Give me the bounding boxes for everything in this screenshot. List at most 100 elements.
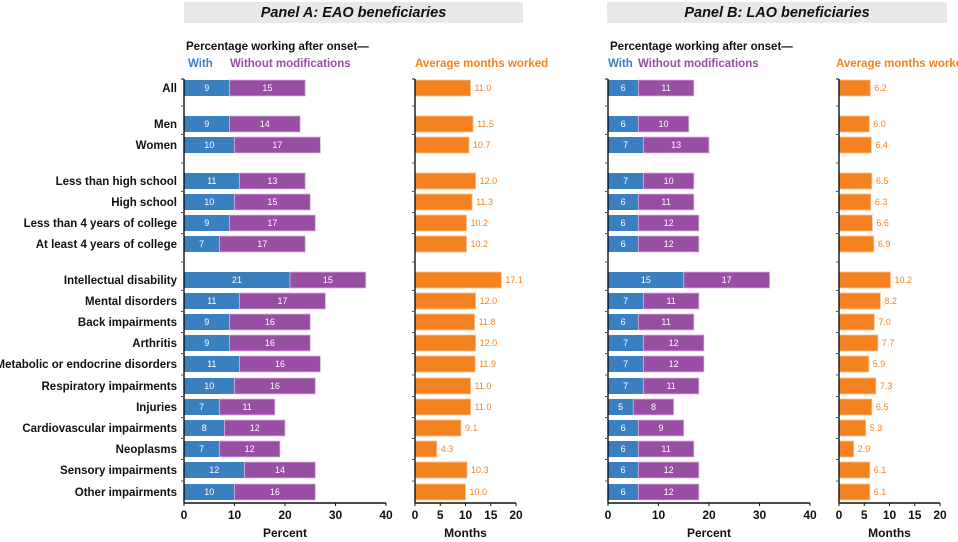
panel-a-title: Panel A: EAO beneficiaries — [261, 5, 447, 21]
panel-a-bar-months-label: 10.0 — [470, 487, 488, 497]
panel-b-bar-months-label: 6.6 — [876, 218, 889, 228]
panel-b-bar-without-label: 12 — [664, 487, 674, 497]
panel-a-bar-months-label: 10.2 — [471, 239, 489, 249]
panel-b-bar-with-label: 6 — [621, 317, 626, 327]
panel-b-bar-without-label: 12 — [664, 465, 674, 475]
panel-a-bar-without-label: 17 — [267, 218, 277, 228]
panel-a-bar-months — [414, 377, 471, 395]
panel-a-bar-months-label: 10.7 — [473, 140, 491, 150]
panel-b-bar-months — [838, 235, 875, 253]
panel-b-bar-without-label: 11 — [661, 83, 670, 93]
category-label: Other impairments — [75, 487, 177, 499]
panel-b-percent-tick-label: 0 — [605, 508, 612, 522]
panel-a-bar-without-label: 12 — [250, 423, 260, 433]
panel-a-bar-with-label: 12 — [209, 465, 219, 475]
panel-a-bar-months — [414, 313, 475, 331]
panel-a-bar-months — [414, 235, 467, 253]
category-label: All — [162, 83, 177, 95]
panel-b-bar-months — [838, 214, 873, 232]
panel-a-bar-with-label: 10 — [204, 140, 214, 150]
panel-a-bar-with-label: 10 — [204, 381, 214, 391]
panel-b-bar-without-label: 17 — [722, 275, 732, 285]
panel-b-title: Panel B: LAO beneficiaries — [684, 5, 869, 21]
panel-a-bar-without-label: 15 — [262, 83, 272, 93]
panel-b-bar-without-label: 10 — [659, 119, 669, 129]
panel-b-bar-months-label: 5.9 — [873, 359, 886, 369]
panel-b-percent-tick-label: 30 — [753, 508, 767, 522]
panel-b-bar-with-label: 6 — [621, 239, 626, 249]
panel-b-bar-months-label: 6.1 — [874, 465, 887, 475]
panel-a-percent-tick-label: 0 — [181, 508, 188, 522]
category-label: Mental disorders — [85, 296, 177, 308]
panel-b-legend-without: Without modifications — [638, 58, 759, 70]
category-label: Injuries — [136, 402, 177, 414]
panel-b-bar-months — [838, 398, 873, 416]
panel-b-months-tick-label: 10 — [883, 508, 897, 522]
panel-a-bar-months-label: 11.5 — [477, 119, 494, 129]
panel-a-bar-with-label: 9 — [204, 338, 209, 348]
panel-b-bar-months — [838, 483, 871, 501]
panel-a-bar-months — [414, 419, 462, 437]
panel-b-bar-with-label: 6 — [621, 465, 626, 475]
panel-a-bar-months — [414, 79, 471, 97]
panel-b-bar-with-label: 7 — [623, 359, 628, 369]
panel-b-bar-months — [838, 355, 870, 373]
panel-b-percent-tick-label: 40 — [803, 508, 817, 522]
panel-b-bar-months — [838, 313, 875, 331]
panel-b-bar-months — [838, 271, 891, 289]
panel-b-bar-months-label: 7.3 — [880, 381, 893, 391]
panel-a-bar-without-label: 16 — [265, 317, 275, 327]
panel-a-bar-without-label: 17 — [272, 140, 282, 150]
category-label: Less than high school — [56, 176, 177, 188]
panel-b-bar-months-label: 6.3 — [875, 197, 888, 207]
panel-a-bar-months — [414, 398, 471, 416]
panel-b-bar-months — [838, 461, 871, 479]
category-label: Less than 4 years of college — [24, 218, 177, 230]
panel-b-bar-months-label: 6.2 — [874, 83, 887, 93]
panel-a-bar-without-label: 16 — [265, 338, 275, 348]
panel-b-percent-tick-label: 10 — [652, 508, 666, 522]
panel-b-percent-axis-title: Percent — [687, 526, 731, 540]
category-label: Respiratory impairments — [42, 381, 178, 393]
panel-a-bar-without-label: 17 — [257, 239, 267, 249]
panel-b-bar-without-label: 11 — [661, 444, 670, 454]
panel-a-bar-months — [414, 355, 476, 373]
panel-a-bar-months — [414, 115, 474, 133]
panel-b-legend-with: With — [608, 58, 633, 70]
panel-b-bar-months — [838, 440, 855, 458]
panel-a-percent-axis-title: Percent — [263, 526, 307, 540]
panel-b-bar-with-label: 6 — [621, 487, 626, 497]
category-label: Neoplasms — [116, 444, 177, 456]
panel-a-bar-months — [414, 292, 476, 310]
panel-a-months-tick-label: 5 — [437, 508, 444, 522]
panel-a-bar-without-label: 16 — [270, 487, 280, 497]
category-label: Intellectual disability — [64, 275, 178, 287]
panel-b-bar-with-label: 6 — [621, 218, 626, 228]
panel-a-bar-months-label: 11.3 — [476, 197, 493, 207]
panel-a-months-tick-label: 10 — [459, 508, 473, 522]
panel-a-percent-tick-label: 40 — [379, 508, 393, 522]
category-label: At least 4 years of college — [36, 239, 177, 251]
panel-b-bar-months-label: 6.5 — [876, 176, 889, 186]
panel-a-bar-with-label: 8 — [202, 423, 207, 433]
panel-b-months-tick-label: 20 — [933, 508, 947, 522]
panel-b-bar-months-label: 5.3 — [870, 423, 883, 433]
panel-a-bar-without-label: 16 — [270, 381, 280, 391]
category-label: Arthritis — [132, 338, 177, 350]
panel-a-bar-with-label: 9 — [204, 317, 209, 327]
panel-b-months-tick-label: 5 — [861, 508, 868, 522]
panel-b-bar-months-label: 10.2 — [895, 275, 913, 285]
panel-a-bar-with-label: 11 — [207, 359, 216, 369]
panel-b-bar-months-label: 8.2 — [884, 296, 897, 306]
panel-a-bar-without-label: 13 — [267, 176, 277, 186]
category-label: Women — [136, 140, 177, 152]
panel-a-bar-months — [414, 136, 470, 154]
panel-a-bar-without-label: 16 — [275, 359, 285, 369]
panel-b-bar-months-label: 6.5 — [876, 402, 889, 412]
panel-b-bar-months-label: 7.7 — [882, 338, 895, 348]
panel-b-bar-without-label: 11 — [666, 381, 675, 391]
panel-a-bar-with-label: 7 — [199, 402, 204, 412]
category-label: Back impairments — [78, 317, 177, 329]
panel-a-bar-months — [414, 271, 502, 289]
panel-b-bar-months — [838, 377, 877, 395]
